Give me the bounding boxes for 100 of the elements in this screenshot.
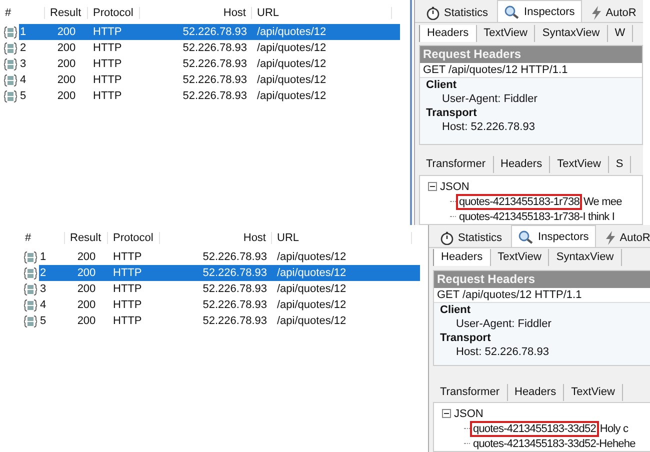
column-header[interactable]: Host bbox=[140, 7, 252, 19]
tree-node[interactable]: quotes-4213455183-1r738 bbox=[456, 194, 582, 210]
request-tab[interactable]: W bbox=[608, 24, 634, 42]
result-cell: 200 bbox=[45, 24, 88, 40]
column-header[interactable]: URL bbox=[252, 7, 392, 19]
header-group: Transport bbox=[434, 330, 650, 345]
json-file-icon bbox=[24, 250, 37, 264]
protocol-cell-text: HTTP bbox=[112, 298, 143, 313]
protocol-cell-text: HTTP bbox=[92, 41, 123, 56]
protocol-cell-text: HTTP bbox=[112, 314, 143, 329]
stopwatch-icon bbox=[440, 231, 454, 245]
column-header[interactable]: # bbox=[0, 7, 45, 19]
column-header[interactable]: URL bbox=[272, 232, 412, 244]
section-title: Request Headers bbox=[434, 270, 650, 288]
tree-node[interactable]: quotes-4213455183-33d52 bbox=[470, 420, 599, 437]
response-tab[interactable]: TextView bbox=[550, 156, 609, 174]
json-file-icon bbox=[24, 282, 37, 296]
result-cell-text: 200 bbox=[76, 314, 97, 329]
tree-node[interactable]: JSON bbox=[454, 408, 484, 420]
collapse-icon[interactable] bbox=[428, 182, 437, 191]
json-file-icon bbox=[4, 42, 17, 54]
protocol-cell-text: HTTP bbox=[112, 250, 143, 265]
request-tab[interactable]: SyntaxView bbox=[549, 249, 622, 266]
column-header[interactable]: Result bbox=[45, 7, 88, 19]
session-number[interactable]: 3 bbox=[19, 56, 45, 72]
column-header[interactable]: Host bbox=[160, 232, 272, 244]
response-tab[interactable]: TextView bbox=[564, 384, 623, 401]
column-header[interactable]: Result bbox=[65, 232, 108, 244]
session-number[interactable]: 5 bbox=[19, 88, 45, 104]
url-cell-text: /api/quotes/12 bbox=[276, 250, 348, 265]
header-group: Client bbox=[420, 78, 642, 92]
header-line: Host: 52.226.78.93 bbox=[441, 120, 536, 134]
json-file-icon bbox=[24, 314, 37, 328]
response-tab[interactable]: Headers bbox=[494, 156, 550, 174]
request-tab[interactable]: TextView bbox=[490, 249, 550, 266]
host-cell: 52.226.78.93 bbox=[140, 24, 252, 40]
url-cell-text: /api/quotes/12 bbox=[256, 89, 328, 104]
stopwatch-icon bbox=[426, 6, 440, 20]
session-number[interactable]: 1 bbox=[19, 24, 45, 40]
protocol-cell: HTTP bbox=[88, 24, 140, 40]
header-line: User-Agent: Fiddler bbox=[455, 316, 552, 331]
collapse-icon[interactable] bbox=[442, 409, 451, 418]
request-tab[interactable]: SyntaxView bbox=[535, 24, 608, 42]
url-cell-text: /api/quotes/12 bbox=[276, 282, 348, 297]
header-group: Client bbox=[434, 302, 650, 317]
result-cell-text: 200 bbox=[76, 298, 97, 313]
request-tab[interactable]: Headers bbox=[433, 249, 491, 266]
column-header[interactable]: Protocol bbox=[108, 232, 160, 244]
url-cell-text: /api/quotes/12 bbox=[276, 314, 348, 329]
session-number[interactable]: 5 bbox=[39, 313, 65, 329]
response-tab[interactable]: Headers bbox=[508, 384, 564, 401]
json-file-icon bbox=[4, 74, 17, 86]
json-file-icon bbox=[4, 58, 17, 70]
response-tab[interactable]: S bbox=[608, 156, 632, 174]
response-tab[interactable]: Transformer bbox=[433, 384, 508, 401]
response-tab[interactable]: Transformer bbox=[419, 156, 494, 174]
host-cell-text: 52.226.78.93 bbox=[202, 250, 268, 265]
result-cell-text: 200 bbox=[76, 250, 97, 265]
lightning-icon bbox=[590, 6, 602, 20]
request-tab[interactable]: Headers bbox=[419, 24, 477, 42]
host-cell-text: 52.226.78.93 bbox=[202, 282, 268, 297]
result-cell-text: 200 bbox=[56, 41, 77, 56]
session-number[interactable]: 2 bbox=[19, 40, 45, 56]
request-tab[interactable]: TextView bbox=[476, 24, 536, 42]
magnifier-icon bbox=[518, 230, 534, 244]
header-group: Transport bbox=[420, 106, 642, 120]
session-number[interactable]: 2 bbox=[39, 265, 65, 281]
host-cell-text: 52.226.78.93 bbox=[182, 41, 248, 56]
tree-node[interactable]: quotes-4213455183-1r738-I think I bbox=[456, 208, 618, 224]
tree-node[interactable]: quotes-4213455183-33d52-Hehehe bbox=[470, 436, 638, 452]
json-file-icon bbox=[4, 90, 17, 102]
session-number[interactable]: 4 bbox=[39, 297, 65, 313]
inspector-tab[interactable]: Inspectors bbox=[511, 225, 596, 247]
node-value: Holy c bbox=[598, 422, 628, 435]
host-cell-text: 52.226.78.93 bbox=[182, 89, 248, 104]
session-number[interactable]: 3 bbox=[39, 281, 65, 297]
header-line: User-Agent: Fiddler bbox=[441, 92, 538, 106]
host-cell-text: 52.226.78.93 bbox=[202, 314, 268, 329]
json-file-icon bbox=[4, 26, 17, 38]
tree-node[interactable]: JSON bbox=[440, 180, 470, 192]
protocol-cell-text: HTTP bbox=[92, 89, 123, 104]
column-header[interactable]: Protocol bbox=[88, 7, 140, 19]
json-file-icon bbox=[24, 298, 37, 312]
inspector-tab[interactable]: Inspectors bbox=[497, 0, 582, 22]
lightning-icon bbox=[604, 231, 616, 245]
host-cell: 52.226.78.93 bbox=[160, 265, 272, 281]
result-cell-text: 200 bbox=[56, 57, 77, 72]
host-cell-text: 52.226.78.93 bbox=[182, 73, 248, 88]
url-cell-text: /api/quotes/12 bbox=[256, 73, 328, 88]
result-cell: 200 bbox=[65, 265, 108, 281]
header-line: Host: 52.226.78.93 bbox=[455, 344, 550, 359]
json-file-icon bbox=[24, 266, 37, 280]
protocol-cell: HTTP bbox=[108, 265, 160, 281]
url-cell-text: /api/quotes/12 bbox=[256, 41, 328, 56]
result-cell-text: 200 bbox=[56, 73, 77, 88]
column-header[interactable]: # bbox=[20, 232, 65, 244]
magnifier-icon bbox=[504, 4, 520, 18]
session-number[interactable]: 1 bbox=[39, 249, 65, 265]
session-number[interactable]: 4 bbox=[19, 72, 45, 88]
url-cell: /api/quotes/12 bbox=[272, 265, 420, 281]
